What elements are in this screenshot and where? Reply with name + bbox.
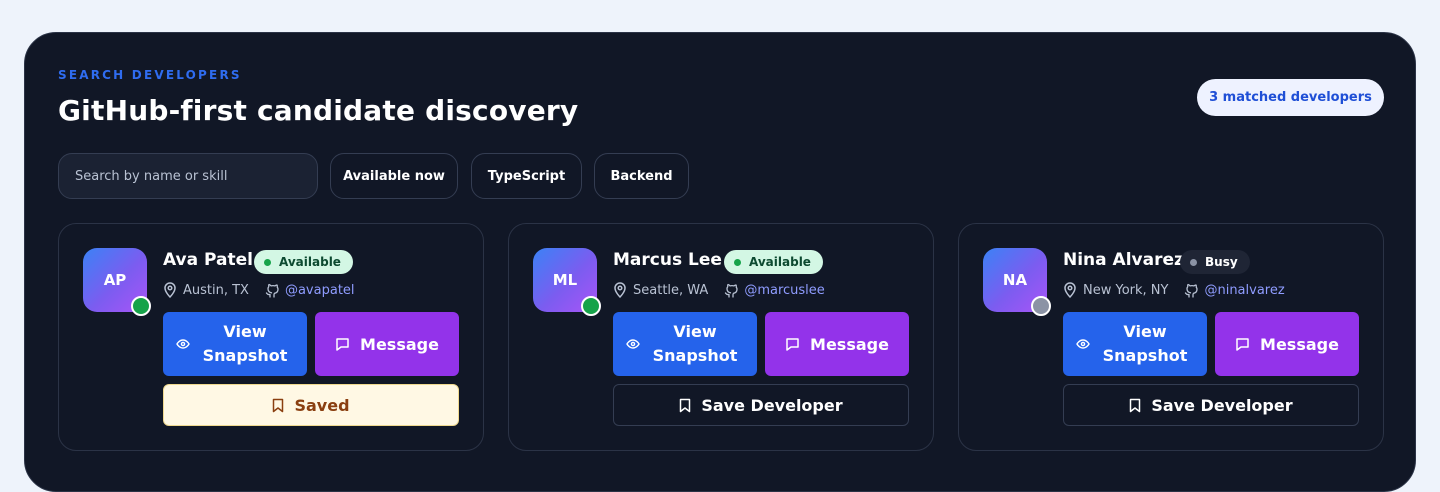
location-text: New York, NY xyxy=(1083,282,1169,298)
search-input[interactable] xyxy=(58,153,318,199)
message-button[interactable]: Message xyxy=(765,312,909,376)
status-indicator-icon xyxy=(1190,258,1197,266)
map-pin-icon xyxy=(614,282,626,298)
location-text: Seattle, WA xyxy=(633,282,709,298)
save-label: Saved xyxy=(294,395,350,415)
view-snapshot-button[interactable]: View Snapshot xyxy=(1063,312,1207,376)
view-snapshot-label: View Snapshot xyxy=(652,322,738,365)
save-label: Save Developer xyxy=(1151,395,1293,415)
developer-name: Ava Patel xyxy=(163,250,253,270)
github-icon xyxy=(265,283,279,298)
status-badge: Available xyxy=(254,250,353,274)
github-handle-link[interactable]: @marcuslee xyxy=(744,283,824,298)
view-snapshot-label: View Snapshot xyxy=(1102,322,1188,365)
bookmark-icon xyxy=(273,398,284,412)
map-pin-icon xyxy=(164,282,176,298)
bookmark-icon xyxy=(680,398,691,412)
filter-chip-available-now[interactable]: Available now xyxy=(330,153,458,199)
save-developer-button[interactable]: Save Developer xyxy=(1063,384,1359,426)
developer-meta: Seattle, WA @marcuslee xyxy=(613,281,825,299)
developer-meta: New York, NY @ninalvarez xyxy=(1063,281,1285,299)
online-status-dot xyxy=(131,296,151,316)
github-icon xyxy=(1185,283,1199,298)
saved-button[interactable]: Saved xyxy=(163,384,459,426)
bookmark-icon xyxy=(1130,398,1141,412)
chat-bubble-icon xyxy=(786,337,799,351)
developer-card: ML Marcus Lee Available Seattle, WA @mar… xyxy=(508,223,934,451)
github-handle-link[interactable]: @avapatel xyxy=(285,283,355,298)
view-snapshot-label: View Snapshot xyxy=(202,322,288,365)
match-count-badge: 3 matched developers xyxy=(1197,79,1384,116)
location-text: Austin, TX xyxy=(183,282,249,298)
github-handle-link[interactable]: @ninalvarez xyxy=(1204,283,1284,298)
developer-search-panel: SEARCH DEVELOPERS GitHub-first candidate… xyxy=(24,32,1416,492)
developer-name: Nina Alvarez xyxy=(1063,250,1184,270)
developer-meta: Austin, TX @avapatel xyxy=(163,281,355,299)
view-snapshot-button[interactable]: View Snapshot xyxy=(613,312,757,376)
offline-status-dot xyxy=(1031,296,1051,316)
view-snapshot-button[interactable]: View Snapshot xyxy=(163,312,307,376)
status-label: Available xyxy=(749,255,811,269)
save-developer-button[interactable]: Save Developer xyxy=(613,384,909,426)
status-indicator-icon xyxy=(734,258,741,266)
message-label: Message xyxy=(810,334,889,354)
filter-chip-typescript[interactable]: TypeScript xyxy=(471,153,582,199)
chat-bubble-icon xyxy=(1236,337,1249,351)
online-status-dot xyxy=(581,296,601,316)
developer-card: NA Nina Alvarez Busy New York, NY @ninal… xyxy=(958,223,1384,451)
developer-name: Marcus Lee xyxy=(613,250,722,270)
github-icon xyxy=(725,283,738,298)
message-label: Message xyxy=(1260,334,1339,354)
eye-icon xyxy=(176,339,190,349)
save-label: Save Developer xyxy=(701,395,843,415)
status-label: Busy xyxy=(1205,255,1238,269)
page-title: GitHub-first candidate discovery xyxy=(58,94,579,127)
map-pin-icon xyxy=(1064,282,1076,298)
developer-card: AP Ava Patel Available Austin, TX @avapa… xyxy=(58,223,484,451)
status-badge: Available xyxy=(724,250,823,274)
status-label: Available xyxy=(279,255,341,269)
status-badge: Busy xyxy=(1180,250,1250,274)
status-indicator-icon xyxy=(264,258,271,266)
message-button[interactable]: Message xyxy=(315,312,459,376)
message-label: Message xyxy=(360,334,439,354)
eye-icon xyxy=(626,339,640,349)
message-button[interactable]: Message xyxy=(1215,312,1359,376)
filter-chip-backend[interactable]: Backend xyxy=(594,153,689,199)
chat-bubble-icon xyxy=(336,337,349,351)
section-eyebrow: SEARCH DEVELOPERS xyxy=(58,68,242,82)
eye-icon xyxy=(1076,339,1090,349)
